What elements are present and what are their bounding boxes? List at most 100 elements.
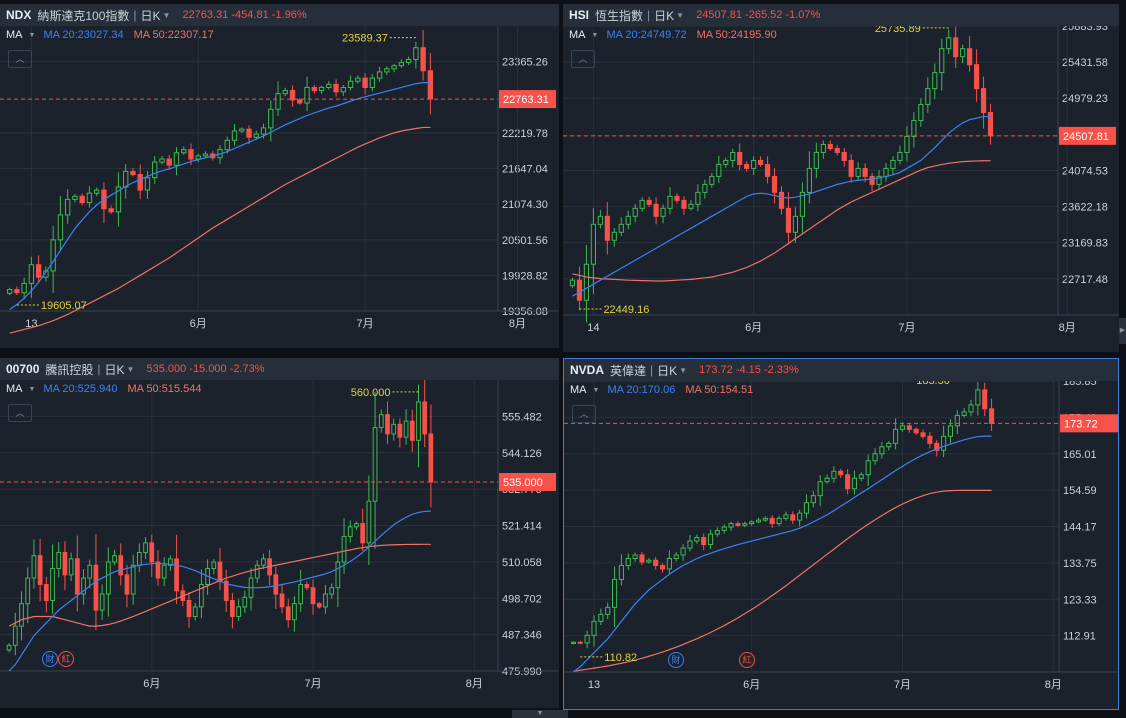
candle[interactable] (598, 608, 604, 626)
candle[interactable] (130, 168, 136, 177)
candle[interactable] (604, 202, 610, 255)
candle[interactable] (369, 74, 376, 92)
candle[interactable] (701, 533, 707, 551)
candle[interactable] (298, 569, 303, 612)
side-resize-handle[interactable]: ▶ (1119, 318, 1126, 344)
candle[interactable] (115, 172, 122, 227)
candle[interactable] (886, 441, 892, 451)
candle[interactable] (632, 552, 638, 562)
candle[interactable] (385, 401, 390, 444)
candle[interactable] (659, 563, 666, 573)
candle[interactable] (639, 196, 645, 212)
candle[interactable] (695, 184, 701, 212)
candle[interactable] (721, 524, 727, 534)
chevron-down-icon[interactable]: ▼ (29, 32, 36, 39)
candle[interactable] (590, 208, 596, 294)
candle[interactable] (737, 143, 743, 171)
chart-panel-00700[interactable]: 555.482544.126532.770521.414510.058498.7… (0, 358, 559, 708)
candle[interactable] (340, 84, 346, 96)
candle[interactable] (625, 553, 631, 570)
ma-selector[interactable]: MA (6, 383, 23, 395)
candle[interactable] (841, 147, 847, 167)
candle[interactable] (667, 187, 673, 215)
candle[interactable] (195, 153, 201, 163)
candle[interactable] (391, 63, 397, 73)
candle[interactable] (653, 197, 659, 225)
candle[interactable] (420, 30, 426, 81)
candle[interactable] (806, 151, 812, 204)
candle[interactable] (56, 541, 62, 578)
candle[interactable] (108, 205, 114, 214)
candle[interactable] (333, 79, 339, 97)
candle[interactable] (335, 551, 341, 608)
candle[interactable] (99, 584, 105, 620)
candle[interactable] (186, 592, 192, 628)
candle[interactable] (239, 127, 245, 134)
candle[interactable] (674, 193, 680, 204)
candle[interactable] (591, 615, 597, 647)
candle[interactable] (105, 547, 111, 617)
candle[interactable] (362, 72, 368, 95)
candle[interactable] (236, 598, 241, 621)
candle[interactable] (311, 84, 317, 94)
chart-panel-hsi[interactable]: 25883.9325431.5824979.2324507.8124074.53… (563, 4, 1119, 352)
candle[interactable] (376, 66, 383, 82)
candle[interactable] (778, 186, 785, 215)
candle[interactable] (166, 154, 172, 170)
candle[interactable] (50, 544, 55, 614)
candle[interactable] (6, 643, 12, 653)
candle[interactable] (268, 100, 274, 142)
candle[interactable] (6, 287, 13, 296)
candle[interactable] (762, 516, 768, 522)
candle[interactable] (123, 164, 129, 199)
candle[interactable] (391, 418, 397, 441)
candle[interactable] (413, 41, 419, 69)
chevron-down-icon[interactable]: ▼ (29, 386, 36, 393)
candle[interactable] (906, 423, 912, 433)
candle[interactable] (646, 196, 652, 208)
candle[interactable] (975, 382, 981, 416)
candle[interactable] (168, 555, 173, 571)
candle[interactable] (12, 612, 18, 656)
candle[interactable] (149, 534, 155, 577)
chevron-down-icon[interactable]: ▼ (592, 32, 599, 39)
candlestick-chart[interactable]: 23365.26 22219.78 21647.04 21074.30 20501.56… (0, 4, 559, 348)
candle[interactable] (279, 584, 285, 614)
ma-selector[interactable]: MA (570, 384, 587, 396)
candle[interactable] (834, 145, 840, 156)
candle[interactable] (785, 192, 792, 245)
candle[interactable] (143, 537, 148, 560)
candle[interactable] (292, 596, 297, 632)
chart-header[interactable]: HSI 恆生指數 | 日K ▼ 24507.81 -265.52 -1.07% (563, 4, 1119, 26)
candle[interactable] (68, 552, 74, 582)
candle[interactable] (851, 470, 858, 495)
collapse-icon[interactable]: ︿ (8, 404, 32, 422)
candle[interactable] (714, 527, 720, 537)
candle[interactable] (702, 179, 708, 199)
candle[interactable] (883, 163, 889, 182)
chart-header[interactable]: 00700 騰訊控股 | 日K ▼ 535.000 -15.000 -2.73% (0, 358, 559, 380)
candle[interactable] (687, 534, 693, 552)
candle[interactable] (605, 602, 611, 620)
candle[interactable] (660, 204, 666, 224)
candle[interactable] (858, 472, 864, 482)
candle[interactable] (101, 182, 107, 224)
candle[interactable] (427, 53, 434, 115)
candlestick-chart[interactable]: 25883.9325431.5824979.2324507.8124074.53… (563, 4, 1119, 352)
candle[interactable] (925, 77, 931, 113)
candle[interactable] (838, 468, 844, 479)
candle[interactable] (159, 155, 165, 165)
candle[interactable] (355, 75, 361, 84)
ma-selector[interactable]: MA (6, 29, 23, 41)
candle[interactable] (289, 85, 296, 107)
candle[interactable] (217, 548, 223, 591)
candle[interactable] (137, 164, 143, 199)
candle[interactable] (865, 454, 871, 486)
candle[interactable] (980, 76, 987, 129)
bottom-resize-handle[interactable]: ▼ (512, 710, 568, 718)
candle[interactable] (831, 466, 837, 483)
candle[interactable] (347, 520, 353, 543)
candle[interactable] (428, 404, 434, 508)
candle[interactable] (803, 494, 810, 519)
candle[interactable] (397, 418, 403, 448)
